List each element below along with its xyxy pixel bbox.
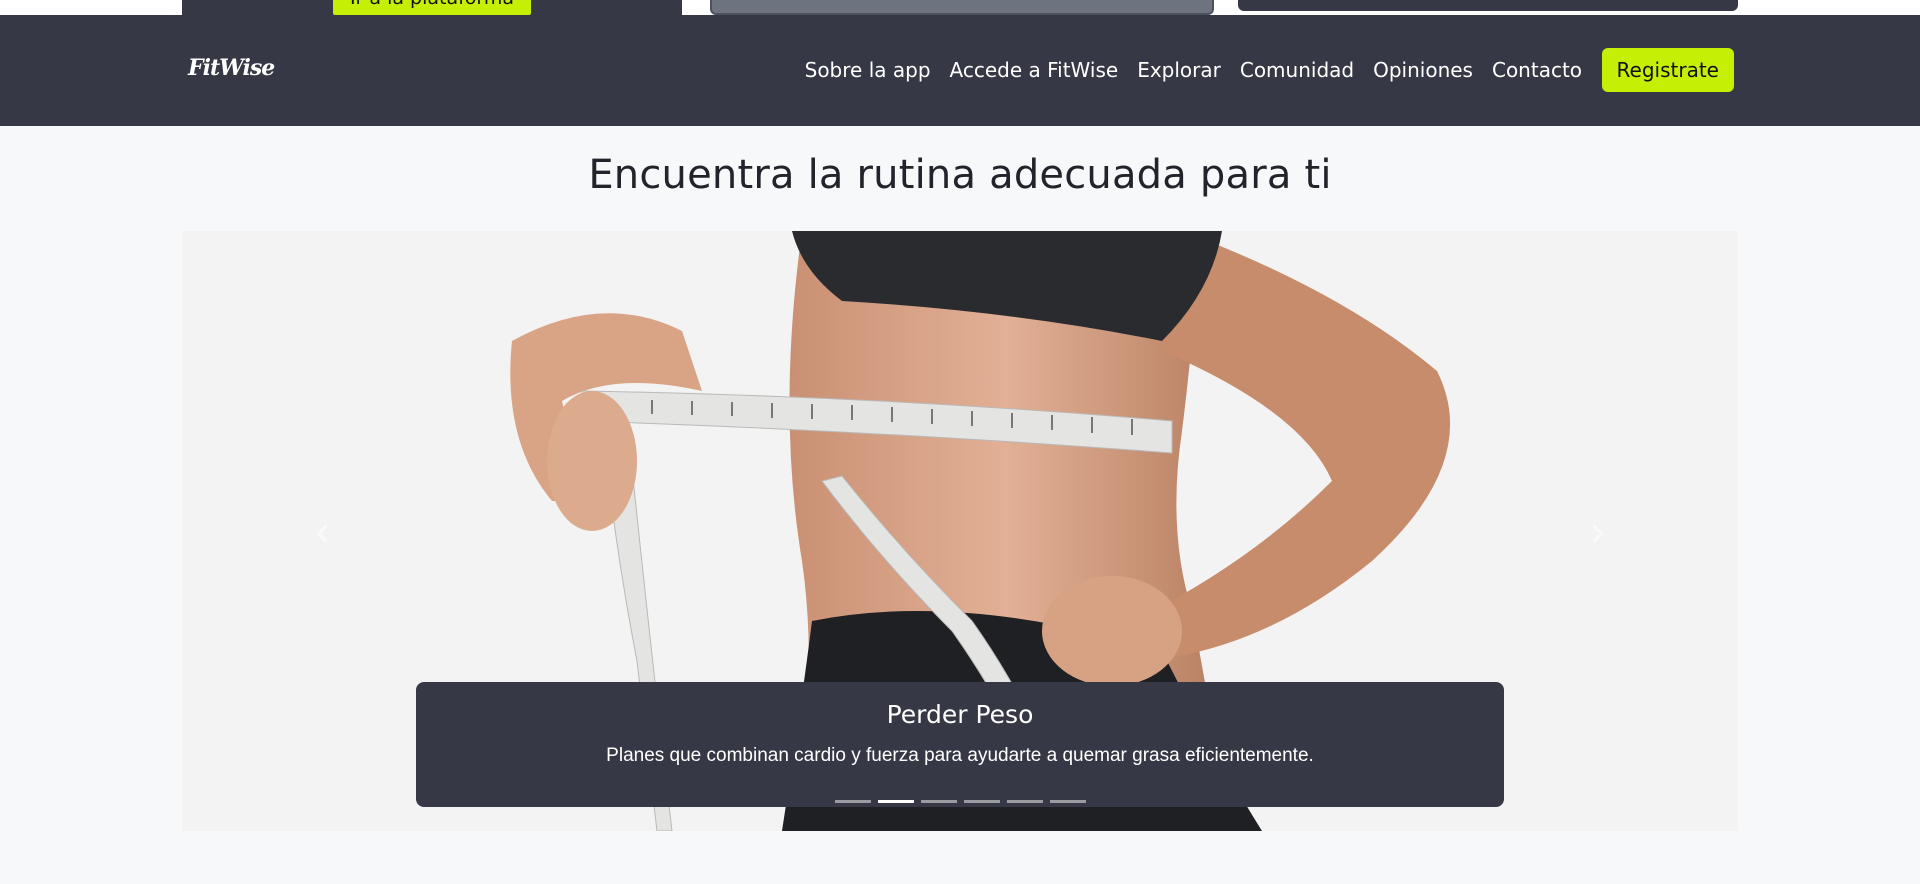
form-submit-bar[interactable] [1238,0,1738,11]
form-input-bar[interactable] [710,0,1214,15]
carousel-indicator[interactable] [920,800,957,803]
carousel-indicator[interactable] [963,800,1000,803]
carousel-prev-button[interactable]: ‹ [242,231,402,831]
carousel-indicators [182,800,1738,803]
navbar: FitWise Sobre la app Accede a FitWise Ex… [0,15,1920,126]
carousel-indicator[interactable] [1006,800,1043,803]
go-to-platform-button[interactable]: Ir a la plataforma [333,0,531,15]
carousel-indicator[interactable] [834,800,871,803]
routine-carousel[interactable]: ‹ › Perder Peso Planes que combinan card… [182,231,1738,831]
carousel-next-button[interactable]: › [1518,231,1678,831]
nav-links: Sobre la app Accede a FitWise Explorar C… [795,48,1734,92]
nav-link-opiniones[interactable]: Opiniones [1364,48,1483,92]
caption-title: Perder Peso [886,700,1034,729]
slide-caption: Perder Peso Planes que combinan cardio y… [416,682,1504,807]
nav-link-contacto[interactable]: Contacto [1482,48,1591,92]
nav-link-explorar[interactable]: Explorar [1128,48,1231,92]
brand-logo[interactable]: FitWise [188,55,275,81]
nav-link-comunidad[interactable]: Comunidad [1230,48,1363,92]
caption-text: Planes que combinan cardio y fuerza para… [606,745,1314,766]
nav-link-accede[interactable]: Accede a FitWise [940,48,1128,92]
carousel-indicator[interactable] [1049,800,1086,803]
chevron-left-icon: ‹ [313,506,331,556]
previous-section-strip: Ir a la plataforma [0,0,1920,15]
section-title: Encuentra la rutina adecuada para ti [588,152,1332,198]
register-button[interactable]: Registrate [1601,48,1734,92]
chevron-right-icon: › [1589,506,1607,556]
carousel-indicator[interactable] [877,800,914,803]
nav-link-sobre-la-app[interactable]: Sobre la app [795,48,940,92]
